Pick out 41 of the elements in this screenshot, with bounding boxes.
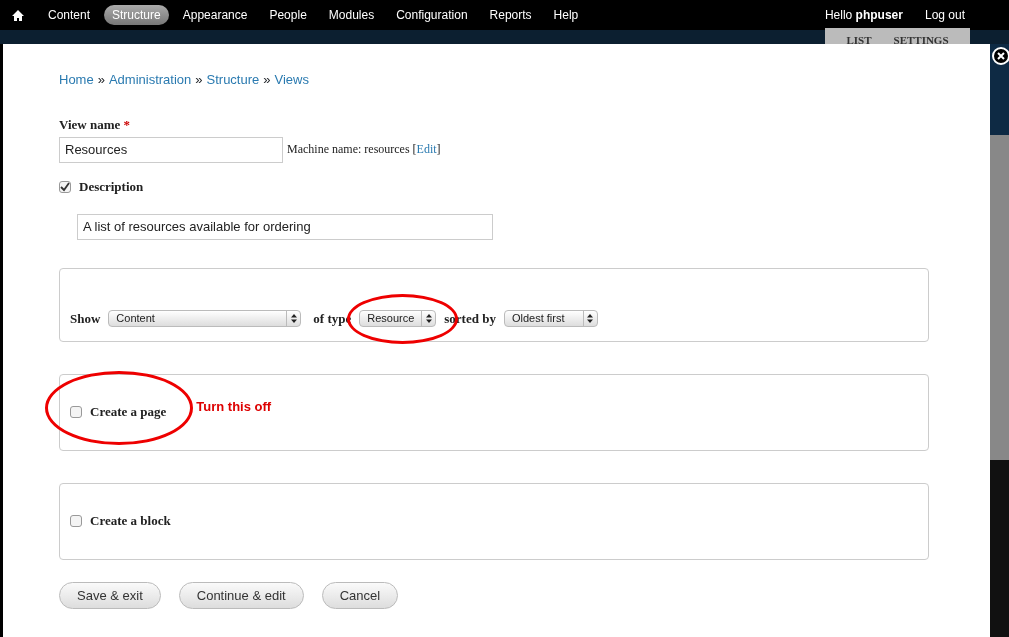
checkbox-label: Create a page [90,404,167,420]
greeting-text: Hello phpuser [823,7,904,24]
logout-link[interactable]: Log out [916,5,973,25]
checkbox[interactable] [70,406,82,418]
checkbox-label: Description [79,178,144,195]
updown-arrows-icon [290,314,297,323]
breadcrumb-link[interactable]: Administration [108,72,192,87]
menu-item[interactable]: Reports [481,5,540,25]
tab[interactable]: SETTINGS [893,34,949,44]
form-button[interactable]: Cancel [321,581,399,609]
text-field[interactable]: A list of resources available for ordering [77,213,493,240]
select-field[interactable]: Resource [359,310,437,327]
form-button[interactable]: Continue & edit [178,581,304,609]
breadcrumb-separator: » [97,72,105,87]
machine-name-text: Machine name: resources [Edit] [287,142,441,157]
form-button[interactable]: Save & exit [59,581,161,609]
menu-item[interactable]: Help [545,5,587,25]
checkbox-label: Create a block [90,513,171,529]
select-field[interactable]: Content [108,310,302,327]
menu-item[interactable]: Modules [320,5,383,25]
menu-item[interactable]: Content [40,5,99,25]
menu-item[interactable]: Configuration [388,5,476,25]
breadcrumb-link[interactable]: Home [59,72,94,87]
select-field[interactable]: Oldest first [503,310,598,327]
breadcrumb-link[interactable]: Structure [206,72,260,87]
field-label: View name * [59,116,131,133]
text-field[interactable]: Resources [59,136,283,163]
updown-arrows-icon [587,314,594,323]
annotation-text: Turn this off [196,398,272,417]
breadcrumb-separator: » [263,72,271,87]
breadcrumb-link[interactable]: Views [274,72,309,87]
checkbox[interactable] [59,180,71,193]
updown-arrows-icon [425,314,432,323]
edit-link[interactable]: Edit [416,142,437,156]
checkbox[interactable] [70,515,82,527]
breadcrumb-separator: » [195,72,203,87]
menu-item[interactable]: People [261,5,315,25]
tab[interactable]: LIST [846,34,872,44]
menu-item[interactable]: Appearance [174,5,256,25]
home-icon[interactable] [12,9,24,21]
field-label: Show [70,310,101,327]
